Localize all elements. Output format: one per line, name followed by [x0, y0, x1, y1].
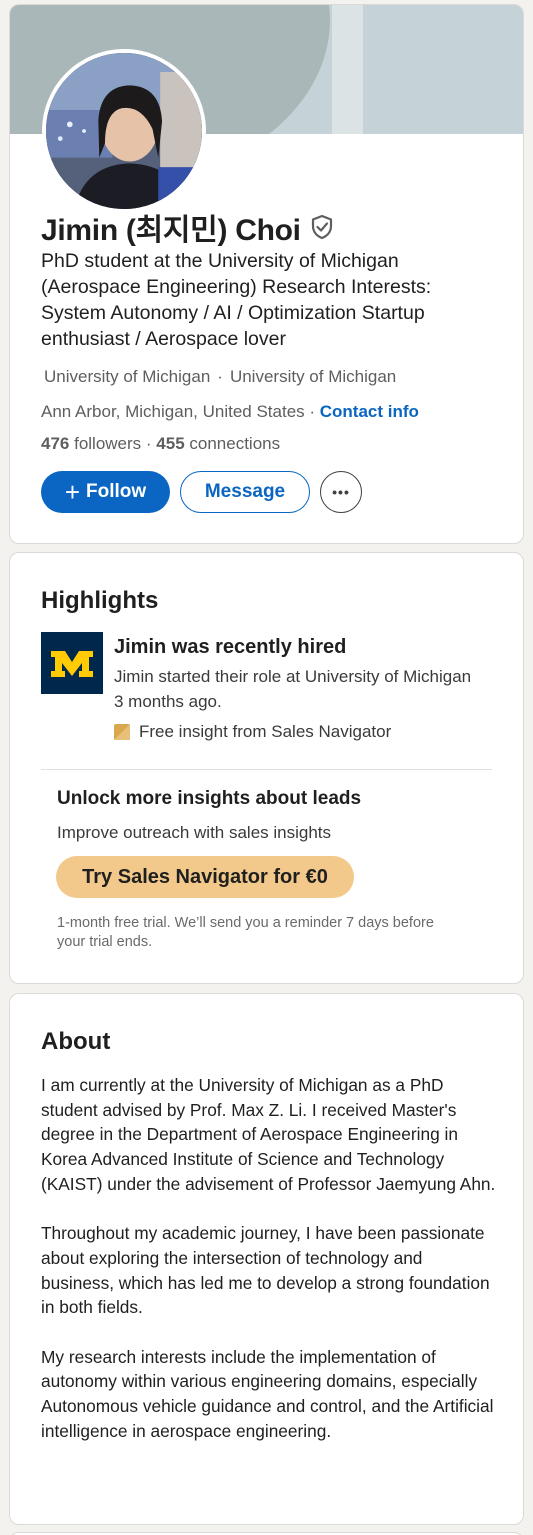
location-row: Ann Arbor, Michigan, United States · Con… — [41, 402, 419, 422]
avatar[interactable] — [42, 49, 206, 213]
followers-label[interactable]: followers — [69, 434, 141, 453]
divider — [41, 769, 492, 770]
profile-name: Jimin (최지민) Choi — [41, 214, 301, 247]
sales-navigator-insight: Free insight from Sales Navigator — [114, 722, 391, 742]
try-sales-navigator-button[interactable]: Try Sales Navigator for €0 — [56, 856, 354, 898]
highlights-title: Highlights — [41, 587, 159, 614]
hired-description: Jimin started their role at University o… — [114, 667, 472, 711]
about-text: I am currently at the University of Mich… — [41, 1073, 496, 1468]
about-card: About I am currently at the University o… — [9, 993, 524, 1525]
about-title: About — [41, 1028, 111, 1055]
name-row: Jimin (최지민) Choi — [41, 205, 335, 249]
message-button[interactable]: Message — [180, 471, 310, 513]
separator: · — [141, 434, 157, 453]
about-paragraph: I am currently at the University of Mich… — [41, 1075, 496, 1194]
unlock-subtitle: Improve outreach with sales insights — [57, 823, 332, 842]
unlock-title: Unlock more insights about leads — [57, 788, 362, 809]
network-stats: 476 followers · 455 connections — [41, 434, 280, 454]
separator: · — [304, 402, 320, 421]
follow-label: Follow — [86, 481, 147, 502]
plus-icon: + — [64, 477, 81, 507]
connections-count[interactable]: 455 — [156, 434, 184, 453]
education-link-1[interactable]: University of Michigan — [44, 367, 210, 386]
about-paragraph: My research interests include the implem… — [41, 1346, 494, 1441]
highlights-card: Highlights Jimin was recently hired Jimi… — [9, 552, 524, 984]
separator: · — [217, 367, 223, 386]
about-paragraph: Throughout my academic journey, I have b… — [41, 1223, 490, 1318]
trial-note: 1-month free trial. We’ll send you a rem… — [57, 915, 434, 950]
connections-label[interactable]: connections — [185, 434, 280, 453]
verified-shield-icon[interactable] — [309, 214, 335, 240]
insight-label: Free insight from Sales Navigator — [139, 722, 392, 741]
profile-card: Jimin (최지민) Choi PhD student at the Univ… — [9, 4, 524, 544]
education-link-2[interactable]: University of Michigan — [230, 367, 396, 386]
follow-button[interactable]: + Follow — [41, 471, 170, 513]
education-row: University of Michigan · University of Mic… — [44, 367, 396, 387]
ellipsis-icon: ••• — [332, 484, 350, 500]
message-label: Message — [204, 481, 286, 502]
contact-info-link[interactable]: Contact info — [320, 402, 419, 421]
followers-count[interactable]: 476 — [41, 434, 69, 453]
sales-navigator-icon — [114, 724, 130, 740]
location-text: Ann Arbor, Michigan, United States — [41, 402, 305, 421]
more-actions-button[interactable]: ••• — [320, 471, 362, 513]
avatar-photo — [46, 53, 202, 209]
hired-title: Jimin was recently hired — [114, 636, 347, 658]
profile-headline: PhD student at the University of Michiga… — [41, 250, 432, 350]
university-of-michigan-logo[interactable] — [41, 632, 103, 694]
